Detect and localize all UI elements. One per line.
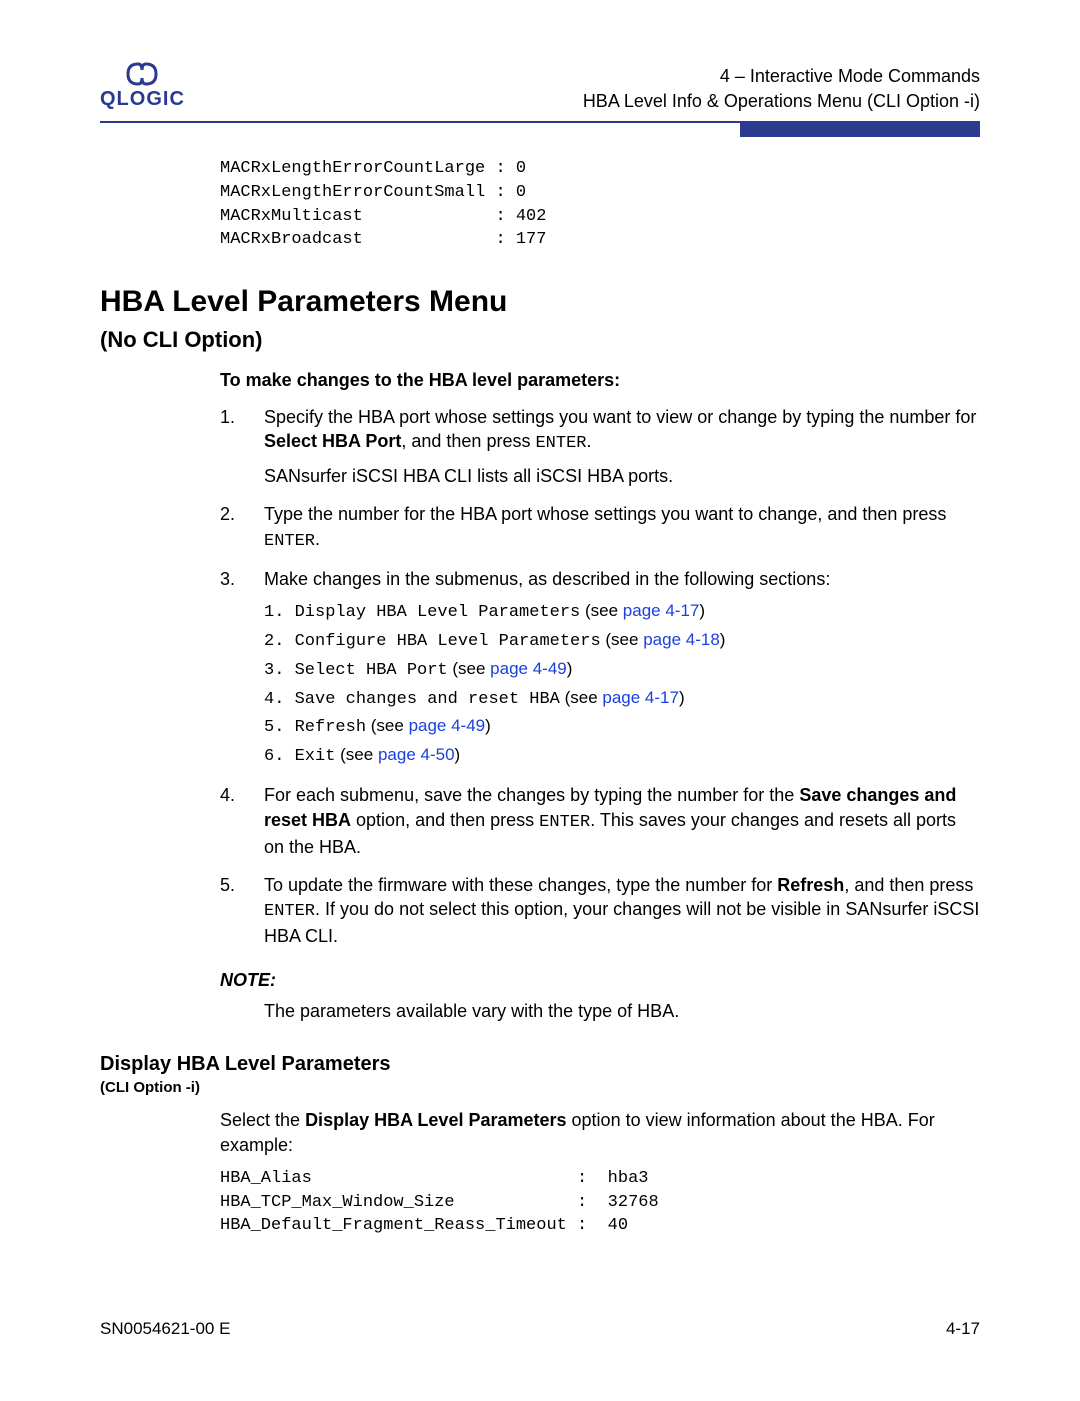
steps-list: Specify the HBA port whose settings you … — [220, 405, 980, 949]
note-label: NOTE: — [220, 968, 980, 992]
submenu-item: 6. Exit (see page 4-50) — [264, 744, 980, 769]
step-2: Type the number for the HBA port whose s… — [220, 502, 980, 553]
footer-right: 4-17 — [946, 1318, 980, 1341]
content: MACRxLengthErrorCountLarge : 0 MACRxLeng… — [100, 157, 980, 1238]
note-text: The parameters available vary with the t… — [220, 999, 980, 1023]
page-link[interactable]: page 4-17 — [623, 601, 700, 620]
section-subtitle: (No CLI Option) — [100, 325, 980, 355]
cli-option: (CLI Option -i) — [100, 1078, 980, 1098]
section-title: HBA Level Parameters Menu — [100, 282, 980, 323]
page-footer: SN0054621-00 E 4-17 — [100, 1318, 980, 1341]
logo-text: QLOGIC — [100, 86, 185, 113]
page-link[interactable]: page 4-49 — [409, 716, 486, 735]
page-link[interactable]: page 4-50 — [378, 745, 455, 764]
submenu-item: 3. Select HBA Port (see page 4-49) — [264, 658, 980, 683]
submenu-item: 1. Display HBA Level Parameters (see pag… — [264, 600, 980, 625]
page-link[interactable]: page 4-49 — [490, 659, 567, 678]
step-3: Make changes in the submenus, as describ… — [220, 567, 980, 769]
header-rule — [100, 121, 980, 137]
qlogic-icon — [118, 60, 166, 88]
header-chapter: 4 – Interactive Mode Commands — [583, 64, 980, 88]
subsection-title: Display HBA Level Parameters — [100, 1051, 980, 1078]
page-link[interactable]: page 4-17 — [602, 688, 679, 707]
logo: QLOGIC — [100, 60, 185, 113]
footer-left: SN0054621-00 E — [100, 1318, 230, 1341]
header-right: 4 – Interactive Mode Commands HBA Level … — [583, 64, 980, 113]
intro-text: To make changes to the HBA level paramet… — [220, 368, 980, 392]
submenu-item: 5. Refresh (see page 4-49) — [264, 715, 980, 740]
subsection-para: Select the Display HBA Level Parameters … — [220, 1108, 980, 1157]
page-header: QLOGIC 4 – Interactive Mode Commands HBA… — [100, 60, 980, 113]
submenu-item: 4. Save changes and reset HBA (see page … — [264, 687, 980, 712]
step-4: For each submenu, save the changes by ty… — [220, 783, 980, 859]
mac-counter-block: MACRxLengthErrorCountLarge : 0 MACRxLeng… — [220, 157, 980, 252]
page-link[interactable]: page 4-18 — [643, 630, 720, 649]
header-section: HBA Level Info & Operations Menu (CLI Op… — [583, 89, 980, 113]
submenu-item: 2. Configure HBA Level Parameters (see p… — [264, 629, 980, 654]
step-1: Specify the HBA port whose settings you … — [220, 405, 980, 489]
submenu-list: 1. Display HBA Level Parameters (see pag… — [264, 600, 980, 770]
step-5: To update the firmware with these change… — [220, 873, 980, 949]
hba-example-block: HBA_Alias : hba3 HBA_TCP_Max_Window_Size… — [220, 1167, 980, 1238]
